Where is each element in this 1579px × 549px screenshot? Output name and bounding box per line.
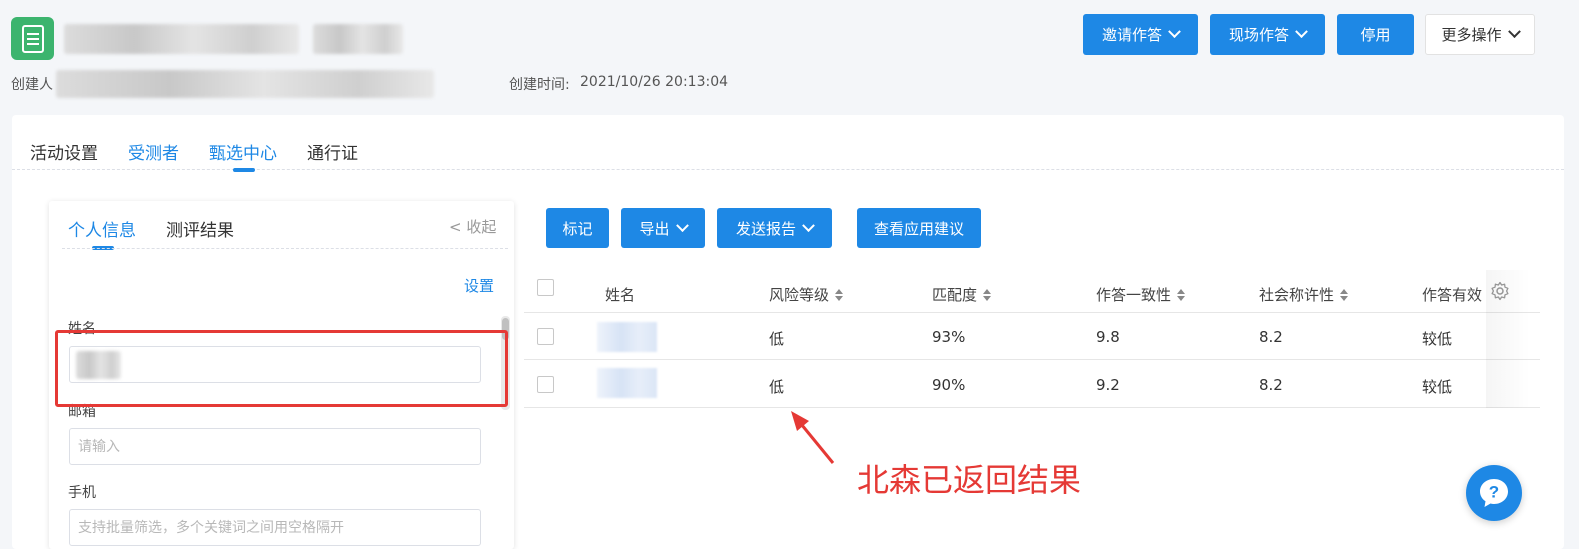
chevron-down-icon bbox=[1295, 25, 1308, 39]
row-match: 90% bbox=[932, 376, 966, 394]
redacted-row-name bbox=[597, 368, 657, 398]
row-social: 8.2 bbox=[1259, 376, 1283, 394]
table-header-divider bbox=[524, 312, 1540, 313]
annotation-arrow-icon bbox=[791, 411, 835, 464]
select-all-checkbox[interactable] bbox=[537, 279, 554, 296]
creator-label: 创建人 bbox=[11, 77, 53, 93]
tab-pass[interactable]: 通行证 bbox=[307, 139, 358, 164]
phone-field[interactable] bbox=[69, 509, 481, 546]
sort-icon[interactable] bbox=[1340, 288, 1349, 301]
onsite-answer-label: 现场作答 bbox=[1228, 27, 1289, 44]
panel-tab-personal-info[interactable]: 个人信息 bbox=[68, 216, 136, 241]
more-actions-button[interactable]: 更多操作 bbox=[1425, 14, 1535, 55]
view-suggestion-label: 查看应用建议 bbox=[873, 220, 964, 238]
svg-text:?: ? bbox=[1489, 483, 1499, 502]
row-risk: 低 bbox=[769, 330, 785, 348]
table-row-divider bbox=[524, 407, 1540, 408]
view-suggestion-button[interactable]: 查看应用建议 bbox=[857, 208, 981, 248]
sort-icon[interactable] bbox=[835, 288, 844, 301]
column-header-name[interactable]: 姓名 bbox=[605, 284, 635, 305]
question-bubble-icon: ? bbox=[1480, 479, 1508, 507]
collapse-button[interactable]: < 收起 bbox=[449, 216, 496, 237]
chevron-down-icon bbox=[1507, 25, 1521, 39]
send-report-button[interactable]: 发送报告 bbox=[717, 208, 832, 248]
redacted-row-name bbox=[597, 322, 657, 352]
row-validity: 较低 bbox=[1422, 378, 1453, 396]
email-field[interactable] bbox=[69, 428, 481, 465]
sort-icon[interactable] bbox=[1177, 288, 1186, 301]
column-header-label: 风险等级 bbox=[769, 286, 830, 304]
invite-answer-button[interactable]: 邀请作答 bbox=[1083, 14, 1198, 55]
mark-label: 标记 bbox=[562, 220, 593, 238]
row-social: 8.2 bbox=[1259, 328, 1283, 346]
redacted-title-extra bbox=[313, 24, 403, 54]
column-header-match[interactable]: 匹配度 bbox=[932, 284, 992, 305]
sort-icon[interactable] bbox=[983, 288, 992, 301]
row-consistency: 9.2 bbox=[1096, 376, 1120, 394]
phone-label: 手机 bbox=[68, 485, 96, 501]
send-report-label: 发送报告 bbox=[735, 220, 796, 238]
redacted-creator bbox=[56, 70, 434, 98]
help-button[interactable]: ? bbox=[1466, 465, 1522, 521]
column-header-label: 作答有效 bbox=[1422, 286, 1483, 304]
more-actions-label: 更多操作 bbox=[1441, 27, 1502, 44]
column-header-consistency[interactable]: 作答一致性 bbox=[1096, 284, 1186, 305]
disable-button[interactable]: 停用 bbox=[1337, 14, 1414, 55]
invite-answer-label: 邀请作答 bbox=[1101, 27, 1162, 44]
panel-divider bbox=[62, 248, 508, 249]
column-header-social-desirability[interactable]: 社会称许性 bbox=[1259, 284, 1349, 305]
row-checkbox[interactable] bbox=[537, 328, 554, 345]
row-checkbox[interactable] bbox=[537, 376, 554, 393]
settings-link[interactable]: 设置 bbox=[464, 275, 494, 296]
column-header-label: 姓名 bbox=[605, 286, 636, 304]
column-header-risk[interactable]: 风险等级 bbox=[769, 284, 844, 305]
column-header-validity[interactable]: 作答有效 bbox=[1422, 284, 1486, 305]
panel-tab-assessment-result[interactable]: 测评结果 bbox=[166, 216, 234, 241]
onsite-answer-button[interactable]: 现场作答 bbox=[1210, 14, 1325, 55]
row-validity: 较低 bbox=[1422, 330, 1453, 348]
row-consistency: 9.8 bbox=[1096, 328, 1120, 346]
row-match: 93% bbox=[932, 328, 966, 346]
annotation-text: 北森已返回结果 bbox=[857, 461, 1082, 499]
tab-subjects[interactable]: 受测者 bbox=[128, 139, 179, 164]
disable-label: 停用 bbox=[1360, 27, 1391, 44]
active-tab-indicator bbox=[233, 168, 255, 172]
export-label: 导出 bbox=[639, 220, 670, 238]
created-time-label: 创建时间: bbox=[509, 77, 570, 93]
column-header-label: 作答一致性 bbox=[1096, 286, 1172, 304]
fixed-column-shadow bbox=[1486, 270, 1530, 408]
created-time: 2021/10/26 20:13:04 bbox=[580, 74, 729, 90]
chevron-down-icon bbox=[802, 218, 815, 232]
redacted-title bbox=[64, 24, 299, 54]
tab-activity-settings[interactable]: 活动设置 bbox=[30, 139, 98, 164]
mark-button[interactable]: 标记 bbox=[546, 208, 609, 248]
export-button[interactable]: 导出 bbox=[621, 208, 705, 248]
column-header-label: 社会称许性 bbox=[1259, 286, 1335, 304]
column-header-label: 匹配度 bbox=[932, 286, 978, 304]
highlight-box bbox=[55, 330, 508, 407]
tab-selection-center[interactable]: 甄选中心 bbox=[209, 139, 277, 164]
chevron-down-icon bbox=[1168, 25, 1181, 39]
app-document-icon bbox=[11, 17, 54, 60]
table-row-divider bbox=[524, 359, 1540, 360]
chevron-down-icon bbox=[675, 218, 689, 232]
row-risk: 低 bbox=[769, 378, 785, 396]
